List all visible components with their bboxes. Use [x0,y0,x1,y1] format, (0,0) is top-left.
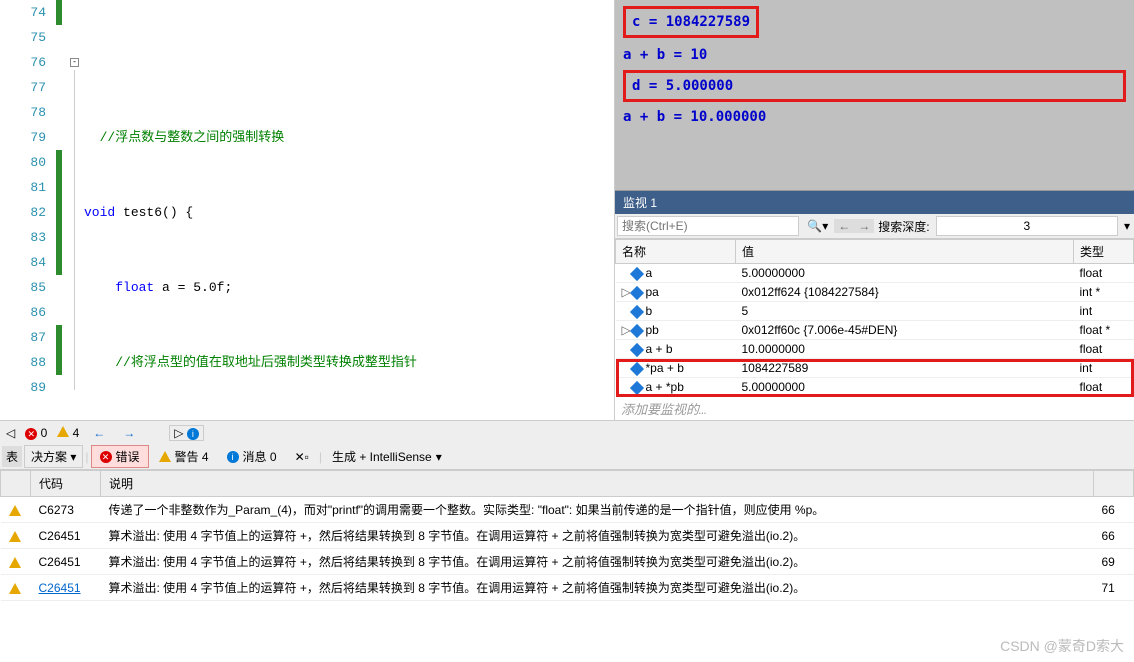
error-row[interactable]: C6273传递了一个非整数作为_Param_(4)，而对"printf"的调用需… [1,497,1134,523]
watch-row[interactable]: a + *pb5.00000000float [616,378,1134,397]
warning-icon [9,505,21,516]
prev-issue-icon[interactable]: ← [89,426,109,440]
watch-row[interactable]: b5int [616,302,1134,321]
watch-row[interactable]: a5.00000000float [616,264,1134,283]
cube-icon [629,381,643,395]
depth-input[interactable] [936,216,1118,236]
error-icon: ✕ [25,428,37,440]
cube-icon [629,362,643,376]
change-margin [54,0,70,420]
col-type[interactable]: 类型 [1074,240,1134,264]
next-icon[interactable]: → [854,219,874,233]
scroll-left-icon[interactable]: ◁ [6,426,15,440]
cube-icon [629,305,643,319]
highlight-box: c = 1084227589 [623,6,759,38]
watch-row[interactable]: a + b10.0000000float [616,340,1134,359]
code-content[interactable]: //浮点数与整数之间的强制转换 void test6() { float a =… [80,0,614,420]
fold-icon[interactable]: - [70,58,79,67]
line-gutter: 74757677 78798081 82838485 86878889 [0,0,54,420]
error-row[interactable]: C26451算术溢出: 使用 4 字节值上的运算符 +，然后将结果转换到 8 字… [1,575,1134,601]
build-filter-dropdown[interactable]: 生成 + IntelliSense ▾ [324,446,450,467]
editor-status-bar: ◁ ✕ 0 4 ← → ▷ i [0,420,1134,444]
watch-row[interactable]: ▷pa0x012ff624 {1084227584}int * [616,283,1134,302]
add-watch[interactable]: 添加要监视的… [615,397,1134,420]
col-value[interactable]: 值 [736,240,1074,264]
watch-row[interactable]: ▷pb0x012ff60c {7.006e-45#DEN}float * [616,321,1134,340]
next-issue-icon[interactable]: → [119,426,139,440]
cube-icon [629,343,643,357]
error-row[interactable]: C26451算术溢出: 使用 4 字节值上的运算符 +，然后将结果转换到 8 字… [1,549,1134,575]
col-name[interactable]: 名称 [616,240,736,264]
col-code[interactable]: 代码 [31,471,101,497]
nav-marker[interactable]: ▷ i [169,425,204,441]
error-row[interactable]: C26451算术溢出: 使用 4 字节值上的运算符 +，然后将结果转换到 8 字… [1,523,1134,549]
warning-icon [9,557,21,568]
cube-icon [629,286,643,300]
watch-panel: 监视 1 🔍▾ ← → 搜索深度: ▾ 名称 值 类型 a5.00000000f… [615,190,1134,420]
fold-region: - [70,0,80,420]
warnings-filter-button[interactable]: 警告 4 [151,446,217,467]
console-output: c = 1084227589 a + b = 10 d = 5.000000 a… [615,0,1134,190]
watch-search-input[interactable] [617,216,799,236]
watch-row[interactable]: *pa + b1084227589int [616,359,1134,378]
warning-icon [57,426,69,437]
watch-table: 名称 值 类型 a5.00000000float▷pa0x012ff624 {1… [615,239,1134,397]
highlight-box: d = 5.000000 [623,70,1126,102]
tab-table[interactable]: 表 [2,446,22,467]
cube-icon [629,324,643,338]
clear-filter-button[interactable]: ✕▫ [287,448,317,466]
warning-icon [9,531,21,542]
code-editor[interactable]: 74757677 78798081 82838485 86878889 - //… [0,0,615,420]
watch-title: 监视 1 [615,191,1134,214]
cube-icon [629,267,643,281]
error-list-panel: 表 决方案 ▾ | ✕错误 警告 4 i消息 0 ✕▫ | 生成 + Intel… [0,444,1134,601]
errors-filter-button[interactable]: ✕错误 [91,445,149,468]
search-icon[interactable]: 🔍▾ [801,219,834,233]
messages-filter-button[interactable]: i消息 0 [219,446,285,467]
dropdown-icon[interactable]: ▾ [1120,219,1134,233]
prev-icon[interactable]: ← [834,219,854,233]
solution-dropdown[interactable]: 决方案 ▾ [24,445,83,468]
depth-label: 搜索深度: [874,218,933,235]
warning-icon [9,583,21,594]
error-table: 代码 说明 C6273传递了一个非整数作为_Param_(4)，而对"print… [0,470,1134,601]
col-desc[interactable]: 说明 [101,471,1094,497]
watermark: CSDN @蒙奇D索大 [1000,636,1124,656]
